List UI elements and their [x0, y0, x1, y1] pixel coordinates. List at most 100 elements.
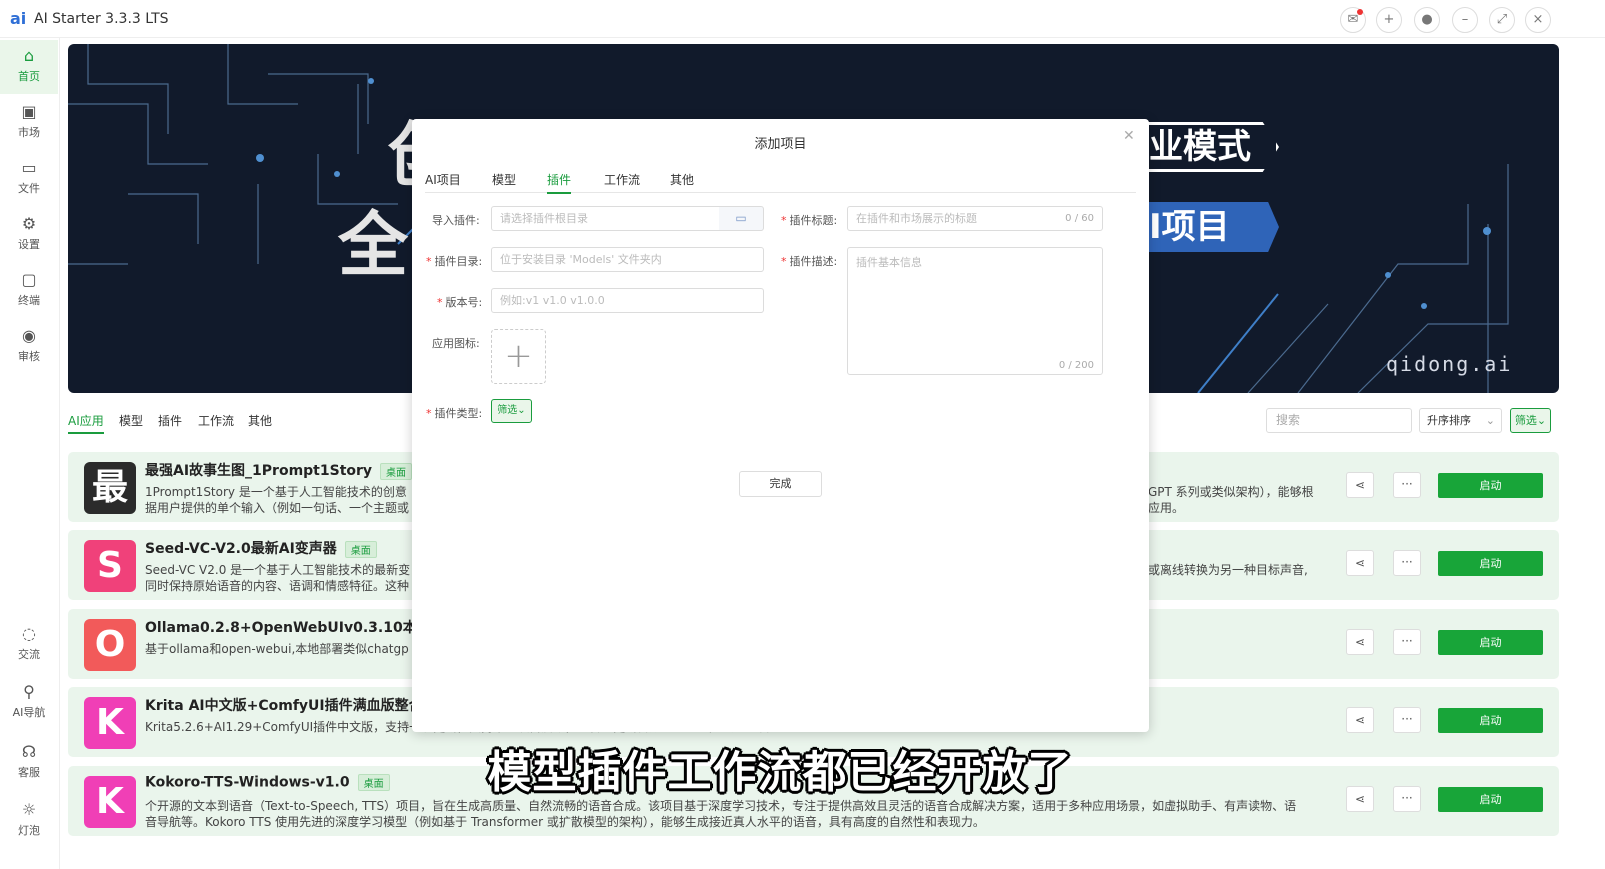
banner-mode-label: 业模式 — [1143, 122, 1279, 172]
version-input[interactable]: 例如:v1 v1.0 v1.0.0 — [491, 288, 764, 313]
tab-plugins[interactable]: 插件 — [158, 412, 182, 429]
terminal-icon: ▢ — [21, 270, 37, 289]
sidebar-item-label: 终端 — [18, 294, 40, 307]
sidebar-item-files[interactable]: ▭ 文件 — [0, 152, 58, 206]
desktop-tag: 桌面 — [344, 540, 377, 558]
filter-button[interactable]: 筛选⌄ — [1510, 408, 1551, 433]
sidebar-item-theme[interactable]: ☼ 灯泡 — [0, 794, 58, 848]
file-icon: ▭ — [21, 158, 37, 177]
video-caption: 模型插件工作流都已经开放了 — [487, 747, 1073, 798]
plus-icon[interactable]: + — [1376, 7, 1402, 33]
project-name: Seed-VC-V2.0最新AI变声器 桌面 — [145, 538, 377, 558]
desktop-tag: 桌面 — [380, 462, 413, 480]
desc-char-count: 0 / 200 — [1058, 360, 1094, 371]
plugin-dir-input[interactable]: 位于安装目录 'Models' 文件夹内 — [491, 247, 764, 272]
done-button[interactable]: 完成 — [739, 471, 822, 497]
banner-text-left: 全 — [338, 204, 408, 286]
notification-dot — [1357, 9, 1363, 15]
mail-icon[interactable]: ✉ — [1340, 7, 1366, 33]
sidebar-item-label: 文件 — [18, 182, 40, 195]
more-button[interactable]: ··· — [1393, 550, 1421, 576]
filter-label: 筛选 — [1514, 414, 1537, 427]
tab-models[interactable]: 模型 — [119, 412, 143, 429]
folder-icon[interactable]: ▭ — [719, 206, 764, 231]
project-title: 最强AI故事生图_1Prompt1Story — [145, 463, 373, 479]
eye-icon: ◉ — [22, 326, 36, 345]
link-icon: ⚲ — [23, 682, 35, 701]
sidebar-item-chat[interactable]: ◌ 交流 — [0, 618, 58, 672]
sidebar-item-label: 设置 — [18, 238, 40, 251]
sidebar-item-label: 审核 — [18, 350, 40, 363]
tab-other[interactable]: 其他 — [248, 412, 272, 429]
sidebar-item-ai-nav[interactable]: ⚲ AI导航 — [0, 676, 58, 730]
share-button[interactable]: ⋖ — [1346, 550, 1374, 576]
sidebar-item-terminal[interactable]: ▢ 终端 — [0, 264, 58, 318]
chevron-down-icon: ⌄ — [1485, 414, 1495, 427]
project-desc-tail: GPT 系列或类似架构），能够根 应用。 — [1148, 484, 1338, 516]
sidebar-item-label: 首页 — [18, 70, 40, 83]
tab-ai-project[interactable]: AI项目 — [425, 171, 461, 188]
sidebar-item-label: AI导航 — [12, 706, 46, 719]
share-button[interactable]: ⋖ — [1346, 707, 1374, 733]
gear-icon: ⚙ — [21, 214, 37, 233]
user-icon[interactable]: ● — [1414, 7, 1440, 33]
plugin-title-input[interactable]: 在插件和市场展示的标题 0 / 60 — [847, 206, 1103, 231]
minimize-icon[interactable]: – — [1452, 7, 1478, 33]
desc-line: 或离线转换为另一种目标声音, — [1148, 563, 1308, 577]
more-button[interactable]: ··· — [1393, 472, 1421, 498]
sun-icon: ☼ — [21, 800, 37, 819]
project-title: Seed-VC-V2.0最新AI变声器 — [145, 541, 337, 557]
sidebar-item-label: 交流 — [18, 648, 40, 661]
project-desc: 个开源的文本到语音（Text-to-Speech, TTS）项目，旨在生成高质量… — [145, 798, 1325, 830]
title-placeholder: 在插件和市场展示的标题 — [856, 212, 977, 225]
sort-value: 升序排序 — [1427, 414, 1471, 427]
more-button[interactable]: ··· — [1393, 707, 1421, 733]
banner-ai-label: I项目 — [1143, 202, 1279, 252]
sidebar-item-market[interactable]: ▣ 市场 — [0, 96, 58, 150]
share-button[interactable]: ⋖ — [1346, 629, 1374, 655]
sidebar-item-label: 灯泡 — [18, 824, 40, 837]
tab-workflows[interactable]: 工作流 — [198, 412, 234, 429]
sidebar-item-settings[interactable]: ⚙ 设置 — [0, 208, 58, 262]
start-button[interactable]: 启动 — [1438, 551, 1543, 576]
tab-workflow[interactable]: 工作流 — [604, 171, 640, 188]
plugin-desc-textarea[interactable]: 插件基本信息 0 / 200 — [847, 247, 1103, 375]
sidebar-item-home[interactable]: ⌂ 首页 — [0, 40, 58, 94]
project-icon: S — [84, 540, 136, 592]
close-icon[interactable]: ✕ — [1123, 128, 1135, 144]
more-button[interactable]: ··· — [1393, 629, 1421, 655]
tab-plugin[interactable]: 插件 — [547, 171, 572, 194]
start-button[interactable]: 启动 — [1438, 473, 1543, 498]
plugin-title-label: * 插件标题: — [781, 214, 838, 227]
title-bar: ai AI Starter 3.3.3 LTS ✉ + ● – ⤢ × — [0, 0, 1605, 38]
add-project-dialog: 添加项目 ✕ AI项目 模型 插件 工作流 其他 导入插件: 请选择插件根目录 … — [412, 119, 1149, 732]
home-icon: ⌂ — [23, 46, 35, 65]
maximize-icon[interactable]: ⤢ — [1489, 7, 1515, 33]
plugin-type-select[interactable]: 筛选⌄ — [491, 399, 532, 423]
start-button[interactable]: 启动 — [1438, 708, 1543, 733]
project-icon: O — [84, 619, 136, 671]
title-char-count: 0 / 60 — [1065, 213, 1094, 224]
project-desc-tail: 或离线转换为另一种目标声音, — [1148, 562, 1338, 578]
sort-select[interactable]: 升序排序 ⌄ — [1419, 408, 1502, 433]
type-value: 筛选 — [497, 405, 518, 416]
project-name: 最强AI故事生图_1Prompt1Story 桌面 — [145, 460, 413, 480]
search-input[interactable]: 搜索 — [1266, 408, 1412, 433]
tab-model[interactable]: 模型 — [492, 171, 516, 188]
start-button[interactable]: 启动 — [1438, 630, 1543, 655]
sidebar-item-review[interactable]: ◉ 审核 — [0, 320, 58, 374]
dialog-title: 添加项目 — [754, 137, 807, 152]
upload-plus-icon[interactable]: + — [491, 329, 546, 384]
project-title: Krita AI中文版+ComfyUI插件满血版整合包 — [145, 698, 437, 714]
tab-ai-apps[interactable]: AI应用 — [68, 412, 104, 434]
share-button[interactable]: ⋖ — [1346, 472, 1374, 498]
tab-other[interactable]: 其他 — [670, 171, 694, 188]
chat-icon: ◌ — [22, 624, 36, 643]
app-logo: ai — [10, 9, 27, 28]
plugin-type-label: * 插件类型: — [426, 407, 483, 420]
project-icon: 最 — [84, 462, 136, 514]
close-icon[interactable]: × — [1525, 7, 1551, 33]
import-plugin-input[interactable]: 请选择插件根目录 — [491, 206, 720, 231]
desc-line: 个开源的文本到语音（Text-to-Speech, TTS）项目，旨在生成高质量… — [145, 799, 1297, 813]
store-icon: ▣ — [21, 102, 37, 121]
